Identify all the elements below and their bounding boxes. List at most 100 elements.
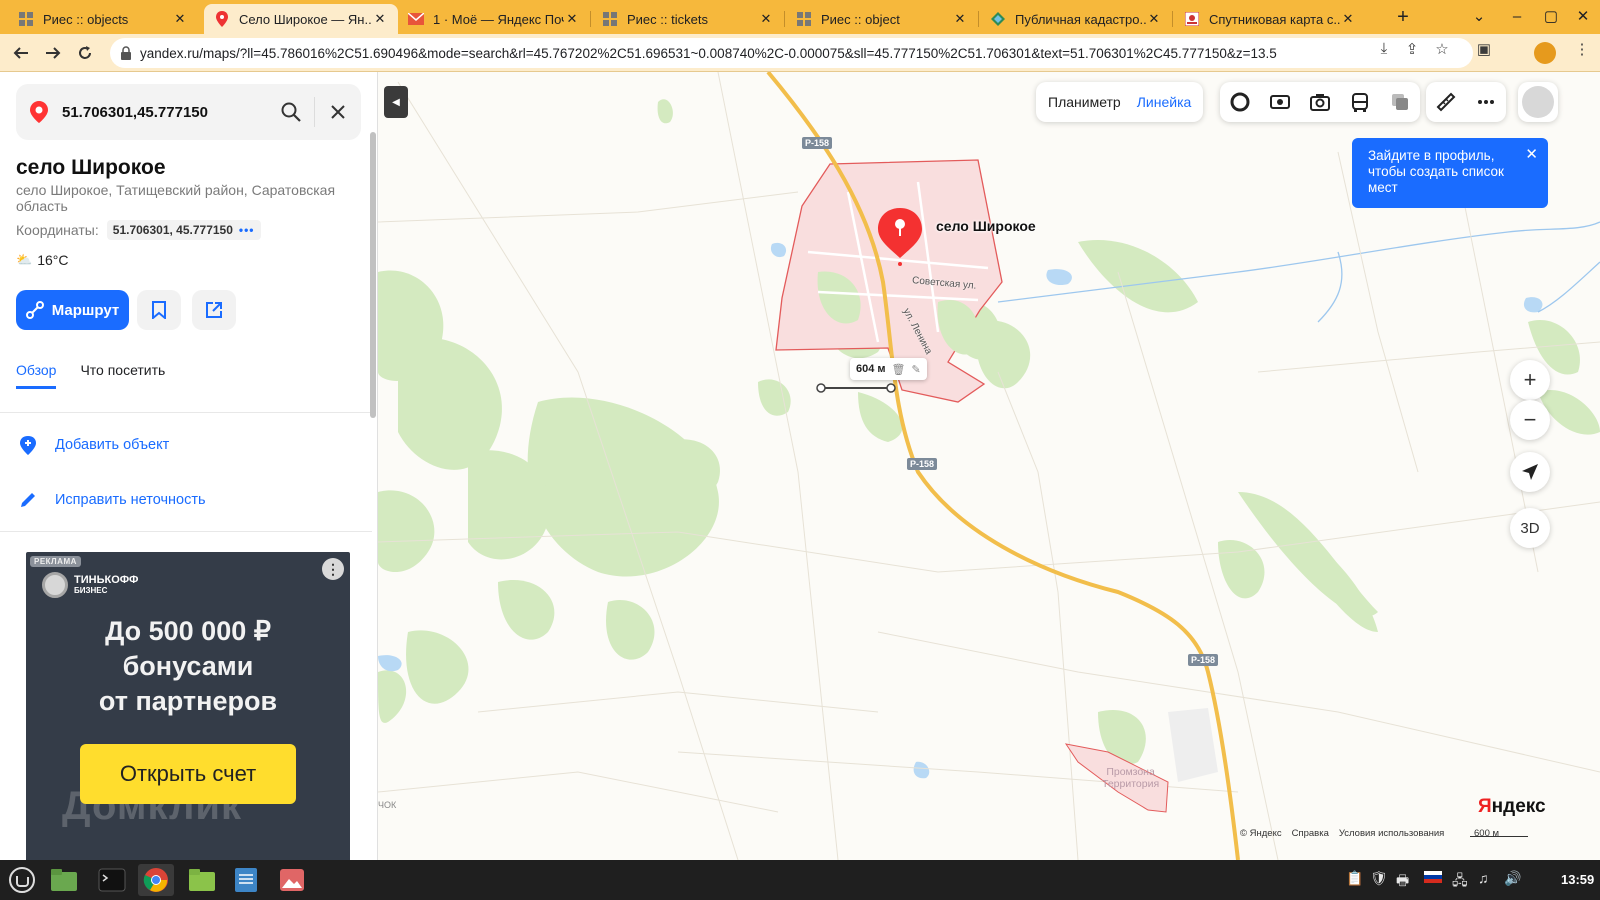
bookmark-star-icon[interactable]: ☆ <box>1430 40 1454 58</box>
close-tab-icon[interactable]: ✕ <box>1340 11 1356 27</box>
tab-search-chevron-icon[interactable]: ⌄ <box>1466 6 1492 28</box>
share-icon[interactable]: ⇪ <box>1400 40 1424 58</box>
clear-search-button[interactable] <box>315 84 361 140</box>
search-icon <box>281 102 301 122</box>
tab-title: Риес :: objects <box>43 11 129 27</box>
more-dots-icon[interactable]: ••• <box>239 223 255 237</box>
weather: ⛅ 16°C <box>16 252 68 268</box>
tab-tickets[interactable]: Риес :: tickets ✕ <box>592 4 784 34</box>
new-tab-button[interactable]: + <box>1390 6 1416 30</box>
site-info-icon[interactable] <box>120 46 132 60</box>
pencil-icon[interactable]: ✎ <box>912 363 921 376</box>
tab-separator <box>1172 11 1173 27</box>
tab-overview[interactable]: Обзор <box>16 362 57 389</box>
tab-object[interactable]: Риес :: object ✕ <box>786 4 978 34</box>
industrial-building <box>1168 708 1218 782</box>
maximize-icon[interactable]: ▢ <box>1538 6 1564 28</box>
zoom-in-button[interactable]: + <box>1510 360 1550 400</box>
ruler-distance-label[interactable]: 604 м 🗑 ✎ <box>850 358 927 380</box>
camera-icon[interactable] <box>1300 82 1340 122</box>
install-app-icon[interactable]: ⤓ <box>1372 40 1396 57</box>
tab-cadastre[interactable]: Публичная кадастро... ✕ <box>980 4 1172 34</box>
close-tab-icon[interactable]: ✕ <box>564 11 580 27</box>
bookmark-icon <box>152 301 166 319</box>
user-profile-button[interactable] <box>1518 82 1558 122</box>
browser-profile-avatar[interactable] <box>1534 42 1556 64</box>
report-error-link[interactable]: Исправить неточность <box>16 488 206 512</box>
tab-title: Спутниковая карта с... <box>1209 11 1340 27</box>
map-tools-toolbar <box>1426 82 1506 122</box>
files-icon[interactable] <box>46 864 82 896</box>
ad-menu-icon[interactable]: ⋮ <box>322 558 344 580</box>
sound-icon[interactable]: ♫ <box>1478 870 1489 886</box>
close-tab-icon[interactable]: ✕ <box>1146 11 1162 27</box>
search-button[interactable] <box>268 84 314 140</box>
network-icon[interactable]: 🖧 <box>1452 870 1468 894</box>
route-button[interactable]: Маршрут <box>16 290 129 330</box>
grid-icon <box>796 11 812 27</box>
planimeter-button[interactable]: Планиметр <box>1048 94 1121 110</box>
ruler-mode-button[interactable]: Линейка <box>1137 94 1192 110</box>
zone-label-line: Промзона <box>1106 766 1155 778</box>
tab-objects[interactable]: Риес :: objects ✕ <box>8 4 198 34</box>
close-tab-icon[interactable]: ✕ <box>758 11 774 27</box>
open-account-button[interactable]: Открыть счет <box>80 744 296 804</box>
browser-menu-icon[interactable]: ⋮ <box>1570 40 1594 58</box>
collapse-panel-button[interactable]: ◀ <box>384 86 408 118</box>
tab-yandex-maps[interactable]: Село Широкое — Ян... ✕ <box>204 4 398 34</box>
share-button[interactable] <box>192 290 236 330</box>
close-icon[interactable]: ✕ <box>1525 147 1538 163</box>
ruler-icon[interactable] <box>1426 82 1466 122</box>
search-box[interactable]: 51.706301,45.777150 <box>16 84 361 140</box>
more-icon[interactable] <box>1466 82 1506 122</box>
search-input[interactable]: 51.706301,45.777150 <box>62 104 268 121</box>
clipboard-icon[interactable]: 📋 <box>1346 870 1363 887</box>
close-tab-icon[interactable]: ✕ <box>172 11 188 27</box>
tab-yandex-mail[interactable]: 1 · Моё — Яндекс Поч... ✕ <box>398 4 590 34</box>
reload-button[interactable] <box>70 38 100 68</box>
help-link[interactable]: Справка <box>1292 828 1329 839</box>
transit-icon[interactable] <box>1340 82 1380 122</box>
panorama-icon[interactable] <box>1260 82 1300 122</box>
sidebar-scrollbar[interactable] <box>370 132 376 418</box>
address-bar[interactable]: yandex.ru/maps/?ll=45.786016%2C51.690496… <box>110 38 1473 68</box>
mint-menu-icon[interactable] <box>4 864 40 896</box>
divider <box>0 531 372 532</box>
language-flag-icon[interactable] <box>1424 870 1442 886</box>
back-button[interactable] <box>6 38 36 68</box>
map-place-label[interactable]: село Широкое <box>936 218 1036 234</box>
side-panel-icon[interactable]: ▣ <box>1472 40 1496 58</box>
printer-icon[interactable]: 🖶 <box>1396 870 1409 894</box>
report-error-label: Исправить неточность <box>55 492 206 508</box>
3d-button[interactable]: 3D <box>1510 508 1550 548</box>
mail-icon <box>408 11 424 27</box>
image-viewer-icon[interactable] <box>274 864 310 896</box>
ad-brand-text: ТИНЬКОФФ БИЗНЕС <box>74 574 138 596</box>
forward-button[interactable] <box>38 38 68 68</box>
map-marker-pin[interactable] <box>875 206 925 266</box>
layers-icon[interactable] <box>1380 82 1420 122</box>
close-tab-icon[interactable]: ✕ <box>372 11 388 27</box>
volume-icon[interactable]: 🔊 <box>1504 870 1521 887</box>
tab-satellite[interactable]: Спутниковая карта с... ✕ <box>1174 4 1366 34</box>
chrome-icon[interactable] <box>138 864 174 896</box>
advertisement-banner[interactable]: РЕКЛАМА ТИНЬКОФФ БИЗНЕС ⋮ До 500 000 ₽ бо… <box>26 552 350 860</box>
minimize-icon[interactable]: – <box>1504 6 1530 28</box>
trash-icon[interactable]: 🗑 <box>892 363 906 376</box>
traffic-icon[interactable] <box>1220 82 1260 122</box>
tab-title: Риес :: tickets <box>627 11 708 27</box>
tab-what-to-visit[interactable]: Что посетить <box>80 362 165 389</box>
terminal-icon[interactable] <box>94 864 130 896</box>
coordinates-value[interactable]: 51.706301, 45.777150 ••• <box>106 220 261 240</box>
terms-link[interactable]: Условия использования <box>1339 828 1444 839</box>
zoom-out-button[interactable]: − <box>1510 400 1550 440</box>
locate-me-button[interactable] <box>1510 452 1550 492</box>
add-object-link[interactable]: Добавить объект <box>16 433 169 457</box>
writer-icon[interactable] <box>228 864 264 896</box>
close-window-icon[interactable]: ✕ <box>1570 6 1596 28</box>
shield-icon[interactable]: 🛡 <box>1370 870 1388 887</box>
folder-icon[interactable] <box>184 864 220 896</box>
map-canvas[interactable]: ◀ Планиметр Линейка Зайдите в профиль, ч… <box>378 72 1600 860</box>
bookmark-button[interactable] <box>137 290 181 330</box>
close-tab-icon[interactable]: ✕ <box>952 11 968 27</box>
